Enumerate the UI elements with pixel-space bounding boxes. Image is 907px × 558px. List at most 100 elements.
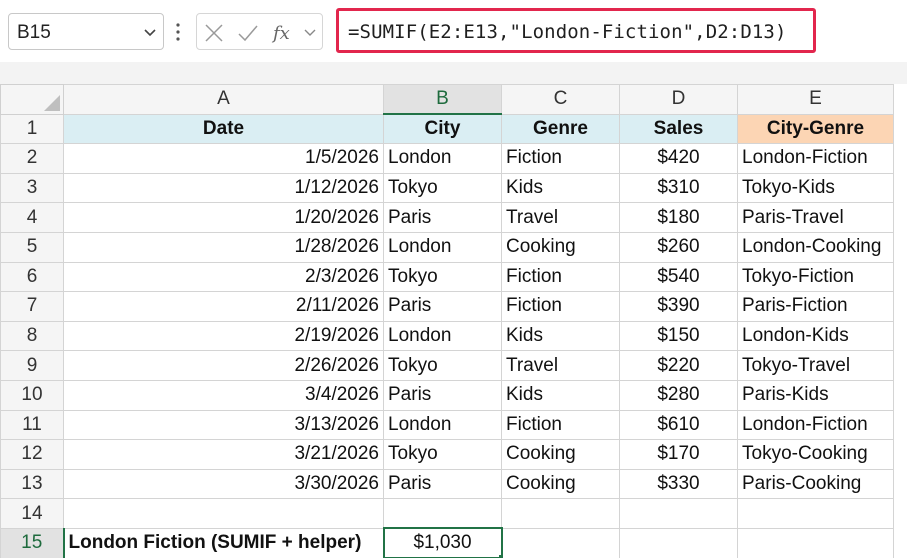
formula-input[interactable]: =SUMIF(E2:E13,"London-Fiction",D2:D13) bbox=[336, 8, 816, 53]
cell-date[interactable]: 1/5/2026 bbox=[63, 143, 384, 174]
cell-city-genre[interactable]: London-Fiction bbox=[737, 409, 894, 441]
cell-date[interactable]: 1/20/2026 bbox=[63, 202, 384, 233]
empty-cell[interactable] bbox=[501, 527, 620, 558]
cell-genre[interactable]: Travel bbox=[501, 350, 620, 381]
cell-genre[interactable]: Fiction bbox=[501, 261, 620, 293]
column-header-a[interactable]: A bbox=[63, 84, 384, 115]
cell-date[interactable]: 1/28/2026 bbox=[63, 231, 384, 263]
cell-date[interactable]: 2/11/2026 bbox=[63, 291, 384, 322]
cell-city-genre[interactable]: Paris-Cooking bbox=[737, 468, 894, 500]
cell-genre[interactable]: Kids bbox=[501, 320, 620, 352]
row-header[interactable]: 10 bbox=[0, 379, 64, 411]
row-header[interactable]: 4 bbox=[0, 202, 64, 233]
cell-sales[interactable]: $280 bbox=[619, 379, 738, 411]
empty-cell[interactable] bbox=[619, 498, 738, 529]
cell-city-genre[interactable]: London-Fiction bbox=[737, 143, 894, 174]
cell-sales[interactable]: $390 bbox=[619, 291, 738, 322]
cell-date[interactable]: 3/21/2026 bbox=[63, 439, 384, 470]
column-header-b[interactable]: B bbox=[383, 84, 502, 116]
row-header[interactable]: 7 bbox=[0, 291, 64, 322]
fx-icon[interactable]: fx bbox=[271, 22, 299, 44]
row-header[interactable]: 9 bbox=[0, 350, 64, 381]
cell-city[interactable]: Paris bbox=[383, 202, 502, 233]
cell-city-genre[interactable]: London-Kids bbox=[737, 320, 894, 352]
cell-city-genre[interactable]: Tokyo-Fiction bbox=[737, 261, 894, 293]
cell-city[interactable]: London bbox=[383, 231, 502, 263]
row-header[interactable]: 12 bbox=[0, 439, 64, 470]
cell-genre[interactable]: Travel bbox=[501, 202, 620, 233]
cell-city-genre[interactable]: London-Cooking bbox=[737, 231, 894, 263]
cell-genre[interactable]: Fiction bbox=[501, 291, 620, 322]
header-cell-date[interactable]: Date bbox=[63, 113, 384, 145]
column-header-c[interactable]: C bbox=[501, 84, 620, 115]
row-header[interactable]: 13 bbox=[0, 468, 64, 500]
cell-city[interactable]: Paris bbox=[383, 468, 502, 500]
cell-city[interactable]: Tokyo bbox=[383, 172, 502, 204]
row-header[interactable]: 14 bbox=[0, 498, 64, 529]
row-header[interactable]: 6 bbox=[0, 261, 64, 293]
cell-sales[interactable]: $150 bbox=[619, 320, 738, 352]
column-header-d[interactable]: D bbox=[619, 84, 738, 115]
cell-date[interactable]: 3/13/2026 bbox=[63, 409, 384, 441]
enter-check-icon[interactable] bbox=[237, 22, 259, 44]
cell-sales[interactable]: $310 bbox=[619, 172, 738, 204]
cell-sales[interactable]: $170 bbox=[619, 439, 738, 470]
cell-date[interactable]: 2/26/2026 bbox=[63, 350, 384, 381]
empty-cell[interactable] bbox=[63, 498, 384, 529]
cell-sales[interactable]: $220 bbox=[619, 350, 738, 381]
row-header[interactable]: 15 bbox=[0, 527, 65, 558]
cell-sales[interactable]: $540 bbox=[619, 261, 738, 293]
cell-sales[interactable]: $610 bbox=[619, 409, 738, 441]
cell-genre[interactable]: Fiction bbox=[501, 409, 620, 441]
cell-city[interactable]: Tokyo bbox=[383, 261, 502, 293]
cell-city-genre[interactable]: Tokyo-Travel bbox=[737, 350, 894, 381]
header-cell-sales[interactable]: Sales bbox=[619, 113, 738, 145]
summary-value-cell[interactable]: $1,030 bbox=[382, 527, 503, 558]
cell-city-genre[interactable]: Tokyo-Kids bbox=[737, 172, 894, 204]
cell-date[interactable]: 1/12/2026 bbox=[63, 172, 384, 204]
cell-sales[interactable]: $330 bbox=[619, 468, 738, 500]
summary-label-cell[interactable]: London Fiction (SUMIF + helper) bbox=[63, 527, 384, 558]
cell-city-genre[interactable]: Paris-Travel bbox=[737, 202, 894, 233]
chevron-down-icon[interactable] bbox=[143, 25, 157, 39]
cell-city[interactable]: Paris bbox=[383, 379, 502, 411]
cell-genre[interactable]: Cooking bbox=[501, 439, 620, 470]
cell-genre[interactable]: Cooking bbox=[501, 231, 620, 263]
column-header-e[interactable]: E bbox=[737, 84, 894, 115]
empty-cell[interactable] bbox=[383, 498, 502, 529]
name-box[interactable]: B15 bbox=[8, 13, 164, 50]
cell-date[interactable]: 2/3/2026 bbox=[63, 261, 384, 293]
cell-city[interactable]: Tokyo bbox=[383, 350, 502, 381]
cell-genre[interactable]: Fiction bbox=[501, 143, 620, 174]
cell-sales[interactable]: $180 bbox=[619, 202, 738, 233]
cell-date[interactable]: 2/19/2026 bbox=[63, 320, 384, 352]
cell-city-genre[interactable]: Paris-Fiction bbox=[737, 291, 894, 322]
empty-cell[interactable] bbox=[619, 527, 738, 558]
more-options-icon[interactable] bbox=[175, 20, 181, 44]
cell-city[interactable]: Paris bbox=[383, 291, 502, 322]
header-cell-city[interactable]: City bbox=[383, 113, 502, 145]
cell-city[interactable]: Tokyo bbox=[383, 439, 502, 470]
fill-handle[interactable] bbox=[497, 554, 500, 557]
empty-cell[interactable] bbox=[737, 527, 894, 558]
cell-genre[interactable]: Kids bbox=[501, 379, 620, 411]
select-all-corner[interactable] bbox=[0, 84, 64, 115]
row-header[interactable]: 1 bbox=[0, 113, 64, 145]
cell-date[interactable]: 3/4/2026 bbox=[63, 379, 384, 411]
cell-city-genre[interactable]: Paris-Kids bbox=[737, 379, 894, 411]
row-header[interactable]: 8 bbox=[0, 320, 64, 352]
cancel-icon[interactable] bbox=[203, 22, 225, 44]
row-header[interactable]: 5 bbox=[0, 231, 64, 263]
cell-genre[interactable]: Cooking bbox=[501, 468, 620, 500]
empty-cell[interactable] bbox=[501, 498, 620, 529]
cell-city[interactable]: London bbox=[383, 409, 502, 441]
cell-sales[interactable]: $420 bbox=[619, 143, 738, 174]
cell-city-genre[interactable]: Tokyo-Cooking bbox=[737, 439, 894, 470]
cell-genre[interactable]: Kids bbox=[501, 172, 620, 204]
cell-city[interactable]: London bbox=[383, 320, 502, 352]
row-header[interactable]: 3 bbox=[0, 172, 64, 204]
cell-date[interactable]: 3/30/2026 bbox=[63, 468, 384, 500]
cell-city[interactable]: London bbox=[383, 143, 502, 174]
cell-sales[interactable]: $260 bbox=[619, 231, 738, 263]
row-header[interactable]: 11 bbox=[0, 409, 64, 441]
